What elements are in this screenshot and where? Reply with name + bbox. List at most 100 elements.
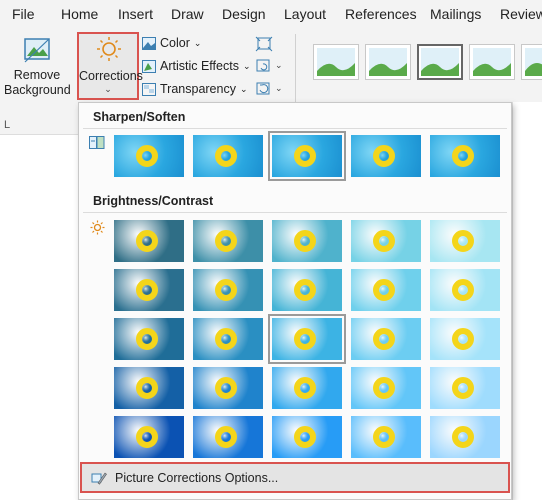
pool-float-ring (215, 328, 237, 350)
brightness-contrast-preset-8[interactable] (272, 269, 342, 311)
pool-float-ring (215, 279, 237, 301)
corrections-gallery: Sharpen/Soften Brightness/Contrast (78, 102, 512, 500)
remove-background-label-1: Remove (13, 68, 61, 82)
pool-float-ring (452, 377, 474, 399)
sharpen-preset-3[interactable] (268, 131, 346, 181)
brightness-contrast-preset-25[interactable] (430, 416, 500, 458)
brightness-contrast-heading: Brightness/Contrast (93, 194, 214, 208)
artistic-effects-icon (142, 59, 156, 73)
pool-float-ring (136, 377, 158, 399)
pool-float-ring (373, 145, 395, 167)
color-icon (142, 36, 156, 50)
sun-icon (97, 37, 121, 61)
chevron-down-icon: ⌄ (104, 84, 112, 94)
brightness-contrast-preset-18[interactable] (272, 367, 342, 409)
tab-home[interactable]: Home (61, 6, 98, 22)
brightness-contrast-preset-1[interactable] (114, 220, 184, 262)
ribbon-tab-bar: File Home Insert Draw Design Layout Refe… (0, 0, 542, 30)
brightness-contrast-preset-16[interactable] (114, 367, 184, 409)
pool-float-ring (136, 426, 158, 448)
brightness-contrast-preset-13[interactable] (268, 314, 346, 364)
brightness-contrast-preset-14[interactable] (351, 318, 421, 360)
corrections-button[interactable]: Corrections ⌄ (77, 32, 143, 100)
tab-review[interactable]: Review (500, 6, 542, 22)
pool-float-ring (136, 230, 158, 252)
brightness-contrast-preset-24[interactable] (351, 416, 421, 458)
pool-float-ring (136, 145, 158, 167)
corrections-label: Corrections (79, 69, 143, 83)
picture-style-5[interactable] (521, 44, 542, 80)
pool-float-ring (294, 145, 316, 167)
pool-float-ring (373, 377, 395, 399)
sharpen-preset-5[interactable] (430, 135, 500, 177)
tab-layout[interactable]: Layout (284, 6, 326, 22)
transparency-icon (142, 82, 156, 96)
brightness-contrast-preset-23[interactable] (272, 416, 342, 458)
brightness-contrast-preset-3[interactable] (272, 220, 342, 262)
brightness-contrast-preset-6[interactable] (114, 269, 184, 311)
remove-background-button[interactable]: Remove Background (4, 36, 71, 98)
brightness-contrast-preset-2[interactable] (193, 220, 263, 262)
chevron-down-icon: ⌄ (275, 83, 283, 93)
tab-insert[interactable]: Insert (118, 6, 153, 22)
sharpen-soften-heading: Sharpen/Soften (93, 110, 186, 124)
brightness-contrast-preset-5[interactable] (430, 220, 500, 262)
chevron-down-icon: ⌄ (242, 60, 251, 71)
change-picture-button[interactable]: ⌄ (255, 58, 283, 76)
picture-style-1[interactable] (313, 44, 359, 80)
pool-float-ring (452, 279, 474, 301)
picture-corrections-options-label: Picture Corrections Options... (115, 471, 279, 485)
transparency-button[interactable]: Transparency ⌄ (142, 82, 248, 96)
sharpen-preset-2[interactable] (193, 135, 263, 177)
brightness-contrast-preset-17[interactable] (193, 367, 263, 409)
pool-float-ring (373, 426, 395, 448)
artistic-effects-button[interactable]: Artistic Effects ⌄ (142, 59, 251, 73)
sharpen-preset-1[interactable] (114, 135, 184, 177)
brightness-contrast-preset-9[interactable] (351, 269, 421, 311)
brightness-contrast-preset-15[interactable] (430, 318, 500, 360)
document-area (0, 118, 78, 500)
pool-float-ring (215, 426, 237, 448)
color-button[interactable]: Color ⌄ (142, 36, 201, 50)
reset-picture-button[interactable]: ⌄ (255, 81, 283, 99)
chevron-down-icon: ⌄ (239, 83, 248, 94)
ribbon-divider (295, 34, 296, 110)
compress-pictures-icon[interactable] (255, 36, 273, 52)
picture-corrections-options-button[interactable]: Picture Corrections Options... (80, 462, 510, 493)
transparency-label: Transparency (160, 82, 236, 96)
pool-float-ring (215, 145, 237, 167)
artistic-effects-label: Artistic Effects (160, 59, 239, 73)
pool-float-ring (294, 328, 316, 350)
pool-float-ring (136, 328, 158, 350)
remove-background-icon (24, 38, 50, 63)
sharpen-soften-icon (89, 136, 105, 149)
brightness-contrast-preset-7[interactable] (193, 269, 263, 311)
pool-float-ring (215, 377, 237, 399)
brightness-icon (90, 220, 105, 235)
brightness-contrast-preset-10[interactable] (430, 269, 500, 311)
change-picture-icon (256, 59, 270, 72)
pool-float-ring (294, 377, 316, 399)
brightness-contrast-preset-4[interactable] (351, 220, 421, 262)
brightness-contrast-preset-11[interactable] (114, 318, 184, 360)
brightness-contrast-preset-21[interactable] (114, 416, 184, 458)
pool-float-ring (215, 230, 237, 252)
tab-draw[interactable]: Draw (171, 6, 204, 22)
tab-mailings[interactable]: Mailings (430, 6, 481, 22)
tab-design[interactable]: Design (222, 6, 266, 22)
tab-file[interactable]: File (12, 6, 35, 22)
brightness-contrast-preset-20[interactable] (430, 367, 500, 409)
brightness-contrast-preset-22[interactable] (193, 416, 263, 458)
picture-style-4[interactable] (469, 44, 515, 80)
tab-references[interactable]: References (345, 6, 417, 22)
brightness-contrast-preset-12[interactable] (193, 318, 263, 360)
section-divider (83, 212, 507, 213)
sharpen-preset-4[interactable] (351, 135, 421, 177)
document-right-area (512, 102, 542, 500)
brightness-contrast-preset-19[interactable] (351, 367, 421, 409)
picture-style-3[interactable] (417, 44, 463, 80)
pool-float-ring (294, 230, 316, 252)
tab-stop-icon[interactable]: L (4, 119, 10, 131)
picture-style-2[interactable] (365, 44, 411, 80)
pool-float-ring (452, 426, 474, 448)
